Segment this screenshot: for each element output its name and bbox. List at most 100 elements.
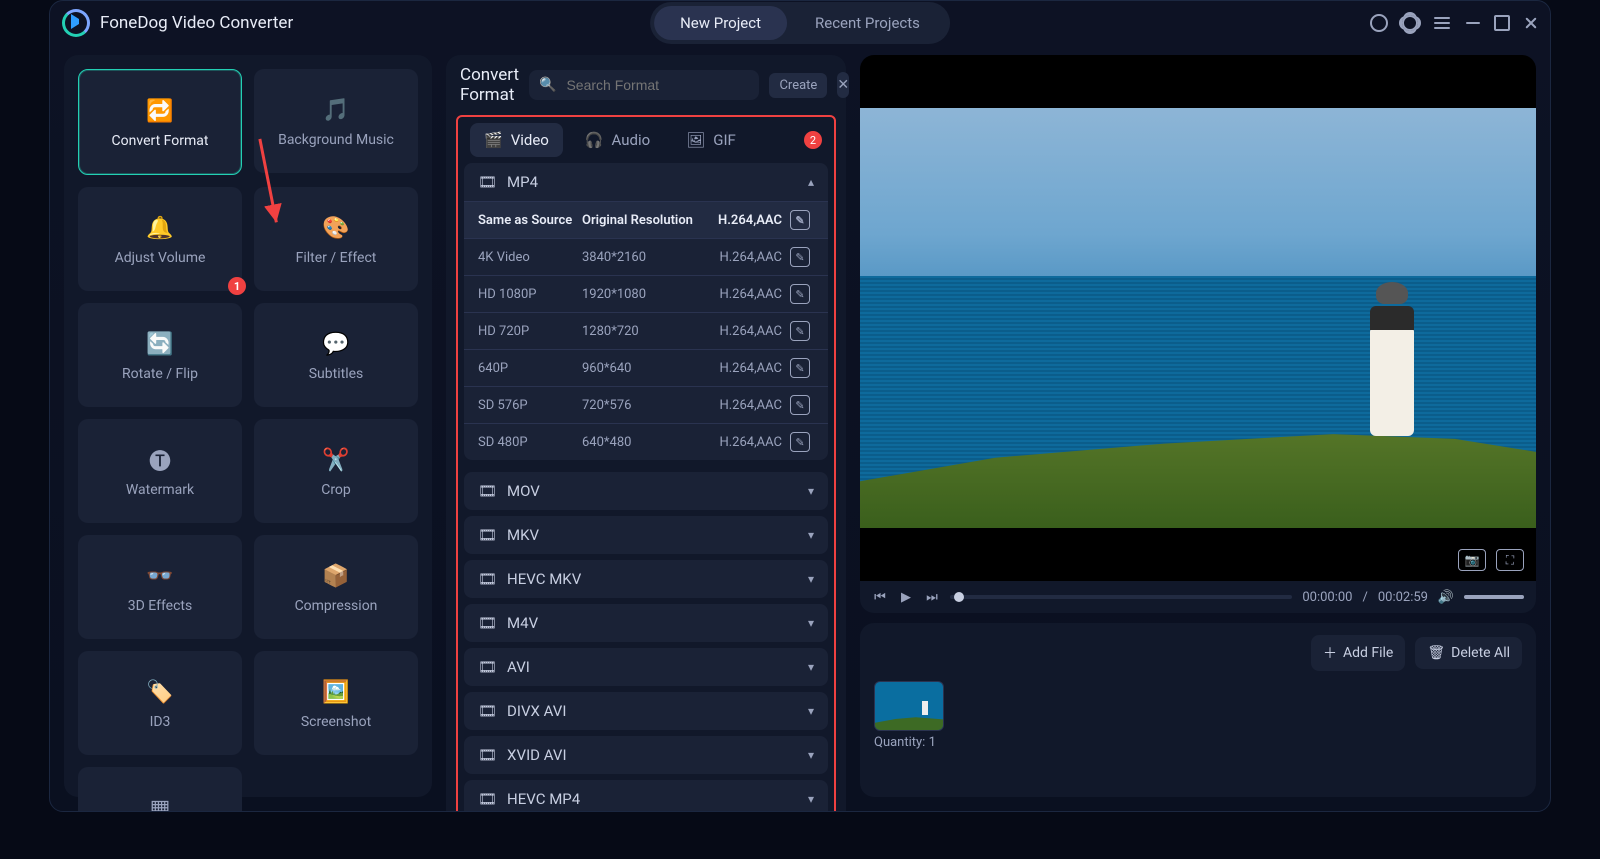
sidebar-item-convert-format[interactable]: 🔁 Convert Format xyxy=(78,69,242,175)
menu-icon[interactable] xyxy=(1432,13,1452,33)
format-name: HEVC MP4 xyxy=(507,790,580,808)
sidebar-item-background-music[interactable]: 🎵 Background Music xyxy=(254,69,418,173)
panel-title: Convert Format xyxy=(460,65,519,105)
sidebar-item-label: Background Music xyxy=(278,132,394,148)
edit-preset-icon[interactable]: ✎ xyxy=(790,247,810,267)
edit-preset-icon[interactable]: ✎ xyxy=(790,284,810,304)
film-icon: 🎞 xyxy=(478,173,497,191)
film-icon: 🎞 xyxy=(478,746,497,764)
seek-bar[interactable] xyxy=(950,595,1292,599)
tab-audio[interactable]: 🎧 Audio xyxy=(571,123,664,157)
format-hevc-mp4: 🎞HEVC MP4▾ xyxy=(464,780,828,812)
preset-name: HD 720P xyxy=(478,324,574,339)
snapshot-icon[interactable]: 📷 xyxy=(1458,549,1486,571)
film-icon: 🎞 xyxy=(478,614,497,632)
screen-corner-controls: 📷 ⛶ xyxy=(1458,549,1524,571)
preset-row[interactable]: SD 480P640*480H.264,AAC✎ xyxy=(464,423,828,460)
sidebar-item-screenshot[interactable]: 🖼️ Screenshot xyxy=(254,651,418,755)
format-hevc-mkv: 🎞HEVC MKV▾ xyxy=(464,560,828,598)
format-name: HEVC MKV xyxy=(507,570,581,588)
search-format[interactable]: 🔍 xyxy=(529,70,759,100)
queue-item[interactable] xyxy=(874,681,944,731)
format-header[interactable]: 🎞MKV▾ xyxy=(464,516,828,554)
format-m4v: 🎞M4V▾ xyxy=(464,604,828,642)
tab-new-project[interactable]: New Project xyxy=(654,6,787,40)
format-header[interactable]: 🎞AVI▾ xyxy=(464,648,828,686)
search-input[interactable] xyxy=(564,76,749,94)
sidebar-item-id3[interactable]: 🏷️ ID3 xyxy=(78,651,242,755)
window-close-icon[interactable] xyxy=(1524,16,1538,30)
next-icon[interactable]: ⏭ xyxy=(924,589,940,605)
account-icon[interactable] xyxy=(1370,14,1388,32)
format-xvid-avi: 🎞XVID AVI▾ xyxy=(464,736,828,774)
edit-preset-icon[interactable]: ✎ xyxy=(790,395,810,415)
edit-preset-icon[interactable]: ✎ xyxy=(790,321,810,341)
sidebar-item-filter-effect[interactable]: 🎨 Filter / Effect xyxy=(254,187,418,291)
preset-row[interactable]: 640P960*640H.264,AAC✎ xyxy=(464,349,828,386)
tab-recent-projects[interactable]: Recent Projects xyxy=(789,6,946,40)
sidebar-item-rotate-flip[interactable]: 🔄 Rotate / Flip xyxy=(78,303,242,407)
format-header[interactable]: 🎞M4V▾ xyxy=(464,604,828,642)
sidebar-item-label: Subtitles xyxy=(309,366,364,382)
sidebar-item-label: Convert Format xyxy=(112,133,209,149)
preset-row[interactable]: SD 576P720*576H.264,AAC✎ xyxy=(464,386,828,423)
add-file-button[interactable]: ＋ Add File xyxy=(1311,635,1405,671)
preset-name: 4K Video xyxy=(478,250,574,265)
volume-bar[interactable] xyxy=(1464,595,1524,599)
window-minimize-icon[interactable] xyxy=(1466,22,1480,24)
format-header[interactable]: 🎞MOV▾ xyxy=(464,472,828,510)
add-file-label: Add File xyxy=(1343,645,1393,661)
window-maximize-icon[interactable] xyxy=(1494,15,1510,31)
sidebar-item-label: Rotate / Flip xyxy=(122,366,198,382)
edit-preset-icon[interactable]: ✎ xyxy=(790,432,810,452)
format-header[interactable]: 🎞DIVX AVI▾ xyxy=(464,692,828,730)
convert-panel: Convert Format 🔍 Create ✕ 🎬 Video xyxy=(446,55,846,797)
edit-preset-icon[interactable]: ✎ xyxy=(790,210,810,230)
search-icon: 🔍 xyxy=(539,77,556,93)
video-frame xyxy=(860,108,1536,529)
volume-icon: 🔔 xyxy=(143,214,177,242)
video-icon: 🎬 xyxy=(484,131,503,149)
sidebar-item-crop[interactable]: ✂️ Crop xyxy=(254,419,418,523)
play-icon[interactable]: ▶ xyxy=(898,589,914,605)
settings-icon[interactable] xyxy=(1402,15,1418,31)
video-screen[interactable]: 📷 ⛶ xyxy=(860,55,1536,581)
media-type-tabs: 🎬 Video 🎧 Audio 🖼 GIF 2 xyxy=(464,123,828,157)
queue-panel: ＋ Add File 🗑 Delete All Quantity: xyxy=(860,623,1536,797)
sidebar-item-more[interactable]: ▦ More xyxy=(78,767,242,812)
sidebar-item-3d-effects[interactable]: 👓 3D Effects xyxy=(78,535,242,639)
convert-header: Convert Format 🔍 Create ✕ xyxy=(446,55,846,115)
format-header[interactable]: 🎞 MP4 ▴ xyxy=(464,163,828,201)
close-panel-icon[interactable]: ✕ xyxy=(837,72,849,98)
tab-label: Audio xyxy=(612,131,651,149)
preset-row[interactable]: Same as SourceOriginal ResolutionH.264,A… xyxy=(464,201,828,238)
tab-video[interactable]: 🎬 Video xyxy=(470,123,563,157)
preset-row[interactable]: HD 720P1280*720H.264,AAC✎ xyxy=(464,312,828,349)
preset-codec: H.264,AAC xyxy=(702,250,782,265)
sidebar-item-label: Screenshot xyxy=(301,714,371,730)
sidebar-item-compression[interactable]: 📦 Compression xyxy=(254,535,418,639)
time-duration: 00:02:59 xyxy=(1378,590,1428,605)
prev-icon[interactable]: ⏮ xyxy=(872,589,888,605)
id3-tag-icon: 🏷️ xyxy=(143,678,177,706)
format-header[interactable]: 🎞HEVC MKV▾ xyxy=(464,560,828,598)
preset-row[interactable]: HD 1080P1920*1080H.264,AAC✎ xyxy=(464,275,828,312)
sidebar-item-watermark[interactable]: 🅣 Watermark xyxy=(78,419,242,523)
sidebar-item-adjust-volume[interactable]: 🔔 Adjust Volume 1 xyxy=(78,187,242,291)
more-icon: ▦ xyxy=(143,794,177,812)
tab-gif[interactable]: 🖼 GIF xyxy=(672,123,750,157)
sidebar-item-subtitles[interactable]: 💬 Subtitles xyxy=(254,303,418,407)
music-icon: 🎵 xyxy=(319,96,353,124)
format-header[interactable]: 🎞XVID AVI▾ xyxy=(464,736,828,774)
format-header[interactable]: 🎞HEVC MP4▾ xyxy=(464,780,828,812)
fullscreen-icon[interactable]: ⛶ xyxy=(1496,549,1524,571)
edit-preset-icon[interactable]: ✎ xyxy=(790,358,810,378)
tab-label: GIF xyxy=(713,131,736,149)
create-button[interactable]: Create xyxy=(769,73,827,98)
preset-row[interactable]: 4K Video3840*2160H.264,AAC✎ xyxy=(464,238,828,275)
volume-icon[interactable]: 🔊 xyxy=(1438,589,1454,605)
preset-resolution: Original Resolution xyxy=(582,213,694,228)
delete-all-label: Delete All xyxy=(1451,645,1510,661)
sidebar-item-label: ID3 xyxy=(150,714,171,730)
delete-all-button[interactable]: 🗑 Delete All xyxy=(1415,637,1522,669)
